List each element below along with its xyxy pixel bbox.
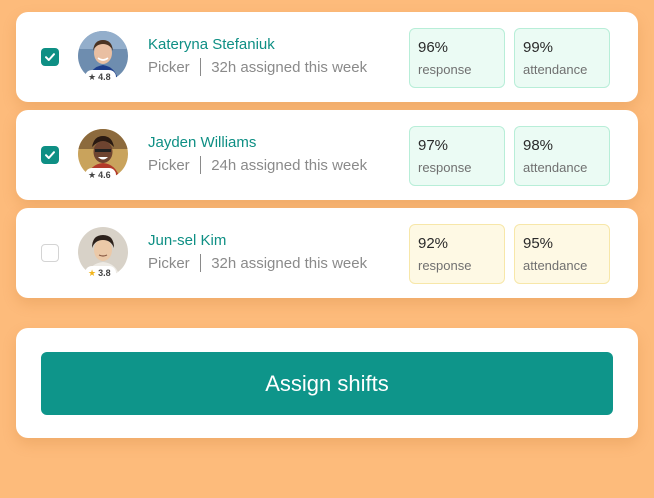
check-icon xyxy=(45,53,55,61)
response-metric: 96% response xyxy=(409,28,505,88)
metric-value: 98% xyxy=(523,137,554,154)
star-icon: ★ xyxy=(88,169,97,180)
metric-value: 99% xyxy=(523,39,554,56)
worker-name[interactable]: Jayden Williams xyxy=(148,134,256,151)
attendance-metric: 95% attendance xyxy=(514,224,610,284)
select-checkbox[interactable] xyxy=(41,48,59,66)
worker-card[interactable]: ★ 3.8 Jun-sel Kim Picker 32h assigned th… xyxy=(16,208,638,298)
divider xyxy=(199,156,202,174)
assign-shifts-button[interactable]: Assign shifts xyxy=(41,352,613,415)
worker-role: Picker xyxy=(148,156,190,174)
divider xyxy=(199,58,202,76)
avatar: ★ 3.8 xyxy=(78,227,128,280)
rating-badge: ★ 4.8 xyxy=(85,70,116,84)
rating-value: 4.6 xyxy=(98,170,111,180)
avatar: ★ 4.8 xyxy=(78,31,128,84)
rating-badge: ★ 4.6 xyxy=(85,168,116,182)
worker-details: Picker 32h assigned this week xyxy=(148,254,367,272)
star-icon: ★ xyxy=(88,267,97,278)
worker-card[interactable]: ★ 4.8 Kateryna Stefaniuk Picker 32h assi… xyxy=(16,12,638,102)
metric-value: 97% xyxy=(418,137,449,154)
metric-value: 95% xyxy=(523,235,554,252)
assign-panel: Assign shifts xyxy=(16,328,638,438)
worker-name[interactable]: Jun-sel Kim xyxy=(148,232,226,249)
attendance-metric: 99% attendance xyxy=(514,28,610,88)
worker-hours: 32h assigned this week xyxy=(211,254,368,272)
worker-hours: 24h assigned this week xyxy=(211,156,368,174)
metric-label: attendance xyxy=(523,160,588,175)
worker-name[interactable]: Kateryna Stefaniuk xyxy=(148,36,275,53)
worker-role: Picker xyxy=(148,254,190,272)
metric-label: attendance xyxy=(523,258,588,273)
select-checkbox[interactable] xyxy=(41,244,59,262)
worker-details: Picker 32h assigned this week xyxy=(148,58,367,76)
worker-card[interactable]: ★ 4.6 Jayden Williams Picker 24h assigne… xyxy=(16,110,638,200)
response-metric: 97% response xyxy=(409,126,505,186)
metric-label: response xyxy=(418,62,472,77)
rating-badge: ★ 3.8 xyxy=(85,266,116,280)
worker-role: Picker xyxy=(148,58,190,76)
star-icon: ★ xyxy=(88,71,97,82)
worker-details: Picker 24h assigned this week xyxy=(148,156,367,174)
attendance-metric: 98% attendance xyxy=(514,126,610,186)
divider xyxy=(199,254,202,272)
check-icon xyxy=(45,151,55,159)
metric-label: response xyxy=(418,258,472,273)
rating-value: 3.8 xyxy=(98,268,111,278)
select-checkbox[interactable] xyxy=(41,146,59,164)
metric-label: response xyxy=(418,160,472,175)
rating-value: 4.8 xyxy=(98,72,111,82)
worker-hours: 32h assigned this week xyxy=(211,58,368,76)
avatar: ★ 4.6 xyxy=(78,129,128,182)
metric-value: 96% xyxy=(418,39,449,56)
metric-label: attendance xyxy=(523,62,588,77)
response-metric: 92% response xyxy=(409,224,505,284)
metric-value: 92% xyxy=(418,235,449,252)
